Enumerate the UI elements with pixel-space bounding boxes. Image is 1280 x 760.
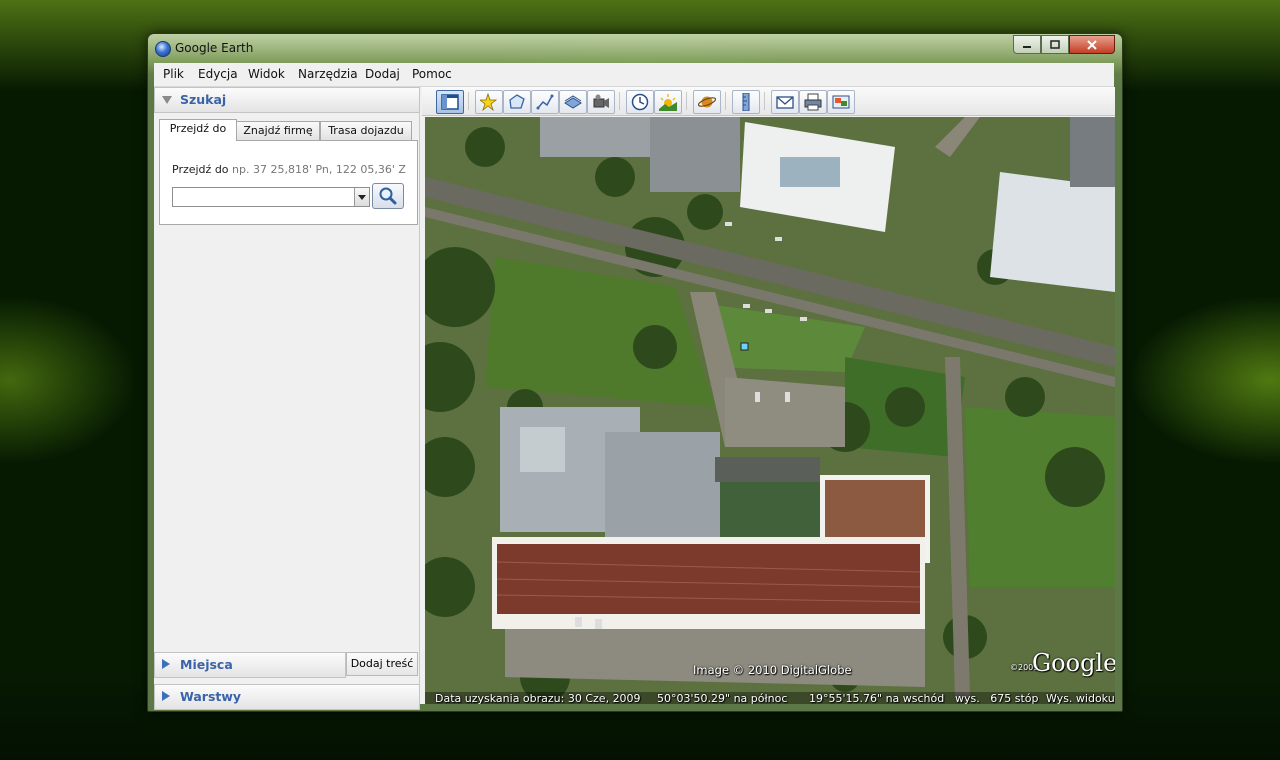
sunlight-icon [659,94,677,111]
historical-imagery-button[interactable] [626,90,654,114]
print-icon [804,93,822,111]
add-placemark-button[interactable] [475,90,503,114]
building-roof [990,172,1115,292]
record-tour-icon [593,94,609,108]
toolbar-separator [468,92,469,110]
imagery-copyright: Image © 2010 DigitalGlobe [693,663,852,677]
menu-edycja[interactable]: Edycja [198,67,238,81]
building-roof [520,427,565,472]
ruler-icon [742,93,750,111]
window-controls [1013,35,1115,54]
eye-altitude-readout: Wys. widoku [1046,692,1115,704]
map-view[interactable]: Image © 2010 DigitalGlobe ©2009 Google D… [425,117,1115,704]
search-panel-title: Szukaj [180,92,227,107]
print-button[interactable] [799,90,827,114]
parking-lot [725,377,845,447]
menu-pomoc[interactable]: Pomoc [412,67,452,81]
record-tour-button[interactable] [587,90,615,114]
maximize-button[interactable] [1041,35,1069,54]
cursor-marker [740,342,749,351]
toolbar [422,87,1115,116]
elevation-readout: wys. 675 stóp [955,692,1039,704]
search-icon [379,187,397,205]
email-icon [776,96,794,109]
goto-label: Przejdź do [172,163,229,176]
layers-panel-title: Warstwy [180,689,242,704]
google-earth-window: Google Earth Plik Edycja Widok Narzędzia… [147,33,1123,712]
expand-arrow-icon [162,659,170,669]
minimize-icon [1023,45,1031,48]
client-area: Szukaj Przejdź do Znajdź firmę Trasa doj… [154,87,1115,710]
menu-plik[interactable]: Plik [163,67,184,81]
building-roof [605,432,720,542]
building-roof [715,457,820,482]
building-roof [1070,117,1115,187]
close-icon [1087,39,1097,50]
longitude-readout: 19°55'15.76" na wschód [809,692,945,704]
title-bar[interactable]: Google Earth [148,34,1122,62]
sunlight-button[interactable] [654,90,682,114]
toolbar-separator [725,92,726,110]
window-title: Google Earth [175,41,254,55]
toolbar-separator [619,92,620,110]
add-polygon-icon [509,94,525,109]
latitude-readout: 50°03'50.29" na północ [657,692,788,704]
layers-panel-header[interactable]: Warstwy [154,684,420,710]
tab-przejdz-do[interactable]: Przejdź do [159,119,237,141]
google-earth-app-icon [155,41,171,57]
search-button[interactable] [372,183,404,209]
tab-znajdz-firme[interactable]: Znajdź firmę [236,121,320,140]
menu-widok[interactable]: Widok [248,67,285,81]
switch-to-sky-button[interactable] [693,90,721,114]
toolbar-separator [764,92,765,110]
historical-imagery-icon [631,93,649,111]
tiled-roof [497,544,920,614]
add-polygon-button[interactable] [503,90,531,114]
save-image-icon [832,95,850,109]
add-image-overlay-icon [564,95,582,109]
tab-trasa-dojazdu[interactable]: Trasa dojazdu [320,121,412,140]
add-placemark-icon [480,93,498,111]
building-roof [540,117,650,157]
expand-arrow-icon [162,691,170,701]
hide-sidebar-icon [441,94,459,110]
add-content-button[interactable]: Dodaj treść [346,652,418,676]
menu-dodaj[interactable]: Dodaj [365,67,400,81]
glass-atrium [780,157,840,187]
search-input[interactable] [172,187,370,207]
save-image-button[interactable] [827,90,855,114]
imagery-date: Data uzyskania obrazu: 30 Cze, 2009 [435,692,641,704]
email-button[interactable] [771,90,799,114]
add-image-overlay-button[interactable] [559,90,587,114]
add-path-button[interactable] [531,90,559,114]
history-dropdown-button[interactable] [354,188,369,206]
switch-to-sky-icon [698,96,716,108]
close-button[interactable] [1069,35,1115,54]
goto-placeholder: np. 37 25,818' Pn, 122 05,36' Z [232,163,406,176]
google-logo: Google [1032,649,1115,677]
sidebar: Szukaj Przejdź do Znajdź firmę Trasa doj… [154,87,420,710]
menu-narzedzia[interactable]: Narzędzia [298,67,358,81]
maximize-icon [1050,39,1060,49]
places-panel-title: Miejsca [180,657,233,672]
search-tab-body: Przejdź do np. 37 25,818' Pn, 122 05,36'… [159,140,418,225]
hide-sidebar-button[interactable] [436,90,464,114]
minimize-button[interactable] [1013,35,1041,54]
add-path-icon [536,94,554,110]
building-roof [650,117,740,192]
places-panel-header[interactable]: Miejsca [154,652,346,678]
ruler-button[interactable] [732,90,760,114]
satellite-imagery [425,117,1115,704]
menu-bar: Plik Edycja Widok Narzędzia Dodaj Pomoc [154,63,1114,87]
search-panel-header[interactable]: Szukaj [154,87,420,113]
toolbar-separator [686,92,687,110]
goto-hint: Przejdź do np. 37 25,818' Pn, 122 05,36'… [172,163,406,176]
collapse-arrow-icon [162,96,172,104]
